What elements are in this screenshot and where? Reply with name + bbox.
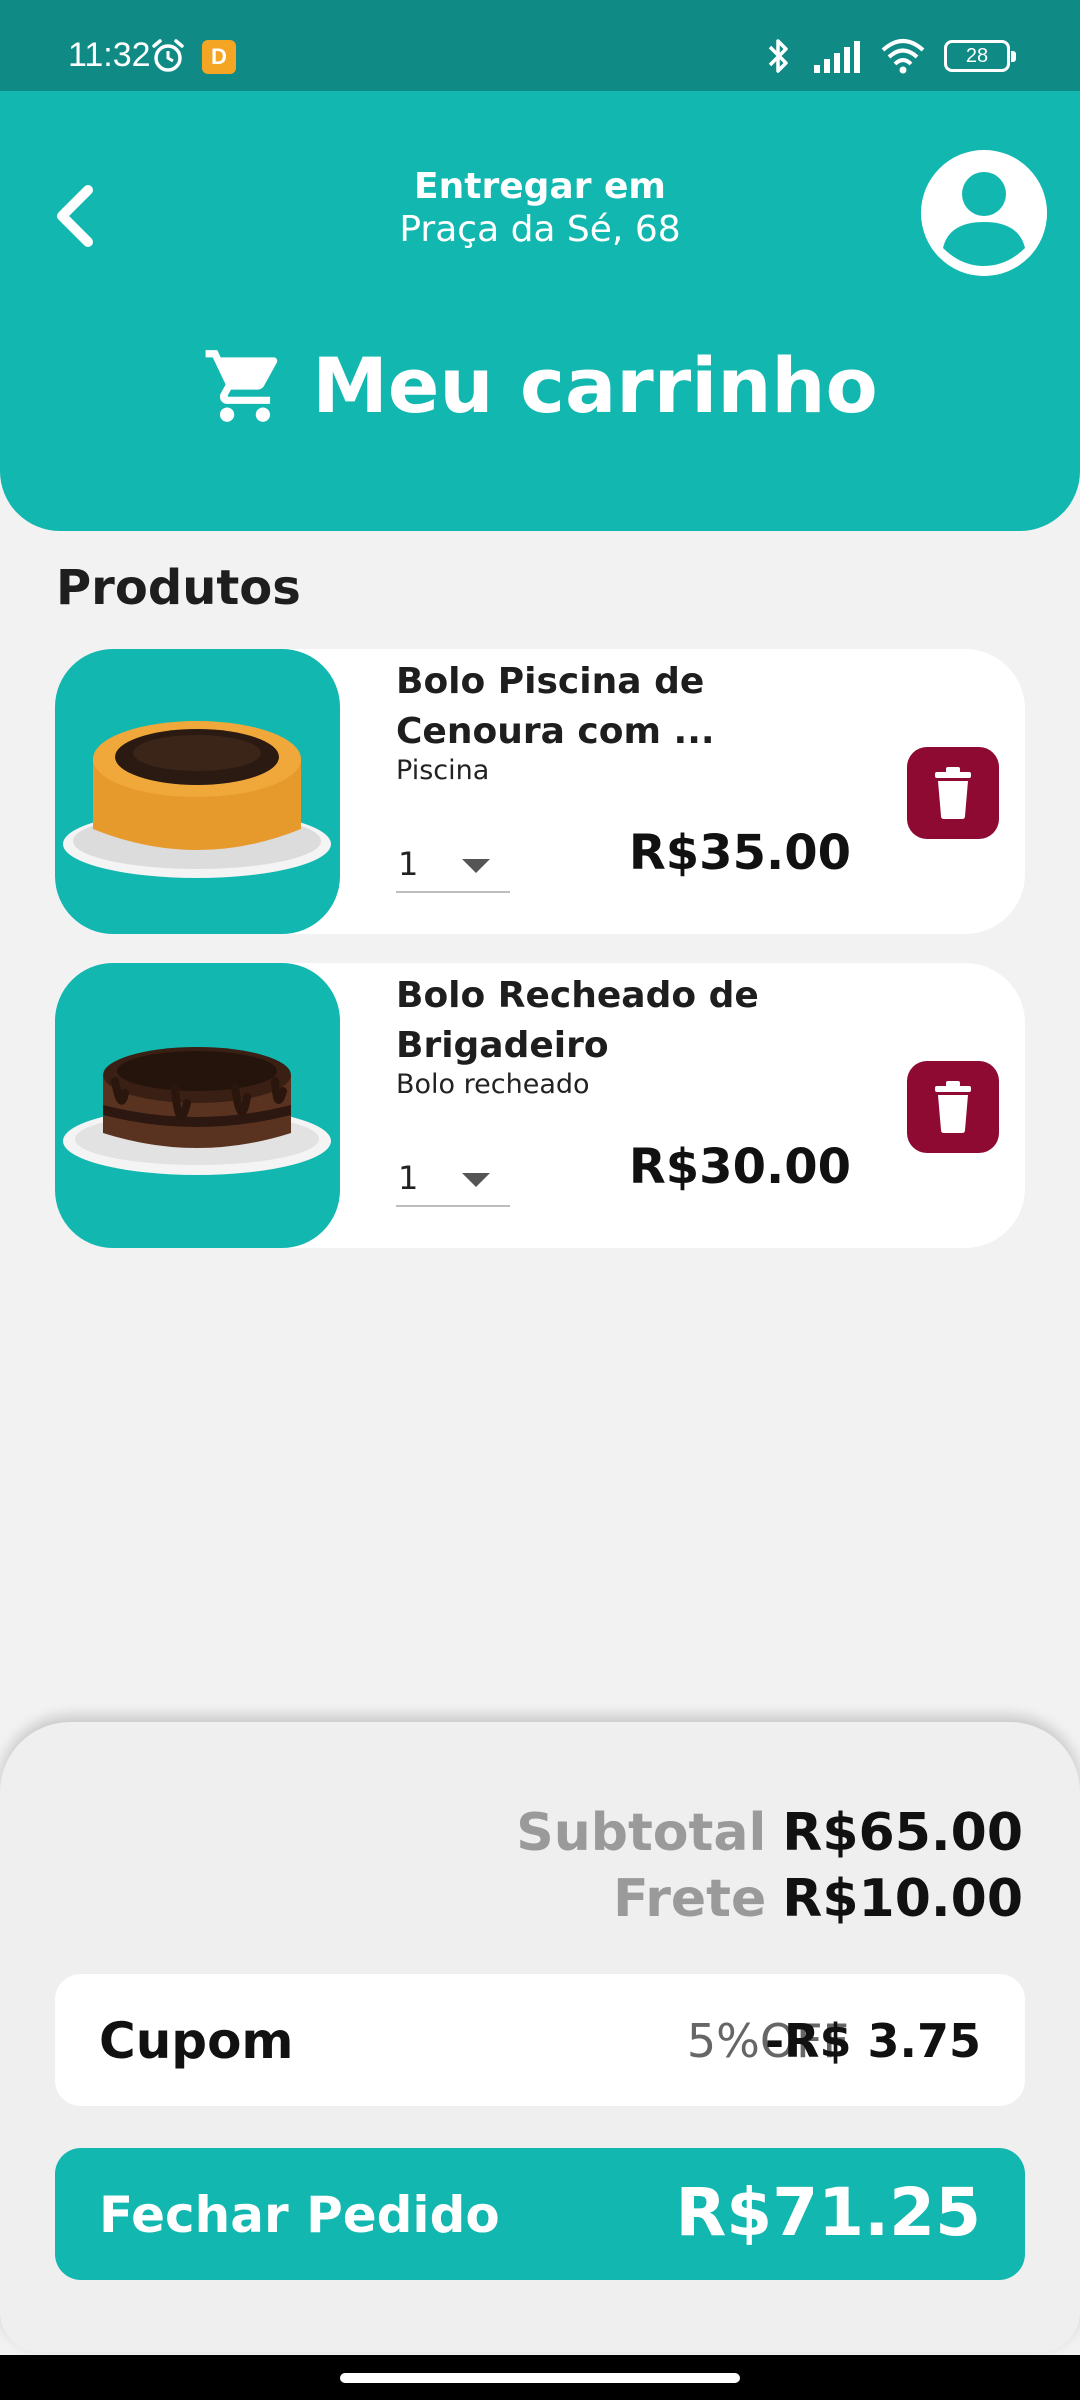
product-name: Bolo Recheado de Brigadeiro — [396, 975, 759, 1066]
back-arrow-icon[interactable] — [46, 176, 106, 256]
checkout-button[interactable]: Fechar Pedido R$71.25 — [55, 2148, 1025, 2280]
subtotal-row: Subtotal R$65.00 — [516, 1800, 1023, 1866]
quantity-value: 1 — [398, 1159, 419, 1197]
coupon-discount: -R$ 3.75 — [764, 2014, 981, 2068]
section-title-products: Produtos — [56, 560, 301, 616]
bluetooth-icon — [768, 39, 788, 73]
subtotal-label: Subtotal — [516, 1803, 767, 1863]
app-notification-icon: D — [202, 40, 236, 74]
product-category: Bolo recheado — [396, 1069, 590, 1100]
product-name: Bolo Piscina de Cenoura com ... — [396, 661, 715, 752]
order-summary-sheet: Subtotal R$65.00 Frete R$10.00 Cupom 5%OFF… — [0, 1722, 1080, 2352]
battery-icon: 28 — [944, 40, 1016, 72]
wifi-icon — [881, 39, 925, 74]
quantity-value: 1 — [398, 845, 419, 883]
totals: Subtotal R$65.00 Frete R$10.00 — [516, 1800, 1023, 1932]
product-price: R$35.00 — [628, 825, 851, 881]
status-bar: 11:32 D 28 — [0, 0, 1080, 91]
quantity-select[interactable]: 1 — [396, 837, 510, 893]
deliver-label: Entregar em — [414, 166, 666, 207]
coupon-field[interactable]: Cupom 5%OFF -R$ 3.75 — [55, 1974, 1025, 2106]
trash-icon — [935, 767, 971, 819]
home-gesture-handle[interactable] — [340, 2373, 740, 2383]
address-text: Praça da Sé, 68 — [399, 209, 681, 250]
product-category: Piscina — [396, 755, 490, 786]
quantity-select[interactable]: 1 — [396, 1151, 510, 1207]
dropdown-caret-icon — [462, 1173, 490, 1187]
delete-item-button[interactable] — [907, 1061, 999, 1153]
subtotal-value: R$65.00 — [782, 1803, 1023, 1863]
shipping-label: Frete — [613, 1869, 767, 1929]
delivery-address[interactable]: Entregar em Praça da Sé, 68 — [240, 166, 840, 250]
product-price: R$30.00 — [628, 1139, 851, 1195]
coupon-label: Cupom — [99, 2012, 294, 2070]
dropdown-caret-icon — [462, 859, 490, 873]
delete-item-button[interactable] — [907, 747, 999, 839]
shipping-value: R$10.00 — [782, 1869, 1023, 1929]
cart-item[interactable]: Bolo Recheado de Brigadeiro Bolo rechead… — [55, 963, 1025, 1248]
status-time: 11:32 — [68, 36, 151, 74]
cart-icon — [205, 349, 278, 422]
header: Entregar em Praça da Sé, 68 Meu carrinho — [0, 91, 1080, 531]
signal-icon — [814, 41, 860, 73]
battery-level: 28 — [965, 44, 989, 67]
trash-icon — [935, 1081, 971, 1133]
system-nav-bar — [0, 2355, 1080, 2400]
order-total: R$71.25 — [675, 2174, 981, 2251]
checkout-label: Fechar Pedido — [99, 2186, 500, 2244]
user-avatar-icon[interactable] — [921, 150, 1047, 276]
product-image — [55, 963, 340, 1248]
product-image — [55, 649, 340, 934]
cart-item[interactable]: Bolo Piscina de Cenoura com ... Piscina … — [55, 649, 1025, 934]
page-title: Meu carrinho — [0, 341, 1080, 430]
alarm-icon — [152, 39, 184, 72]
shipping-row: Frete R$10.00 — [516, 1866, 1023, 1932]
title-text: Meu carrinho — [312, 341, 878, 430]
